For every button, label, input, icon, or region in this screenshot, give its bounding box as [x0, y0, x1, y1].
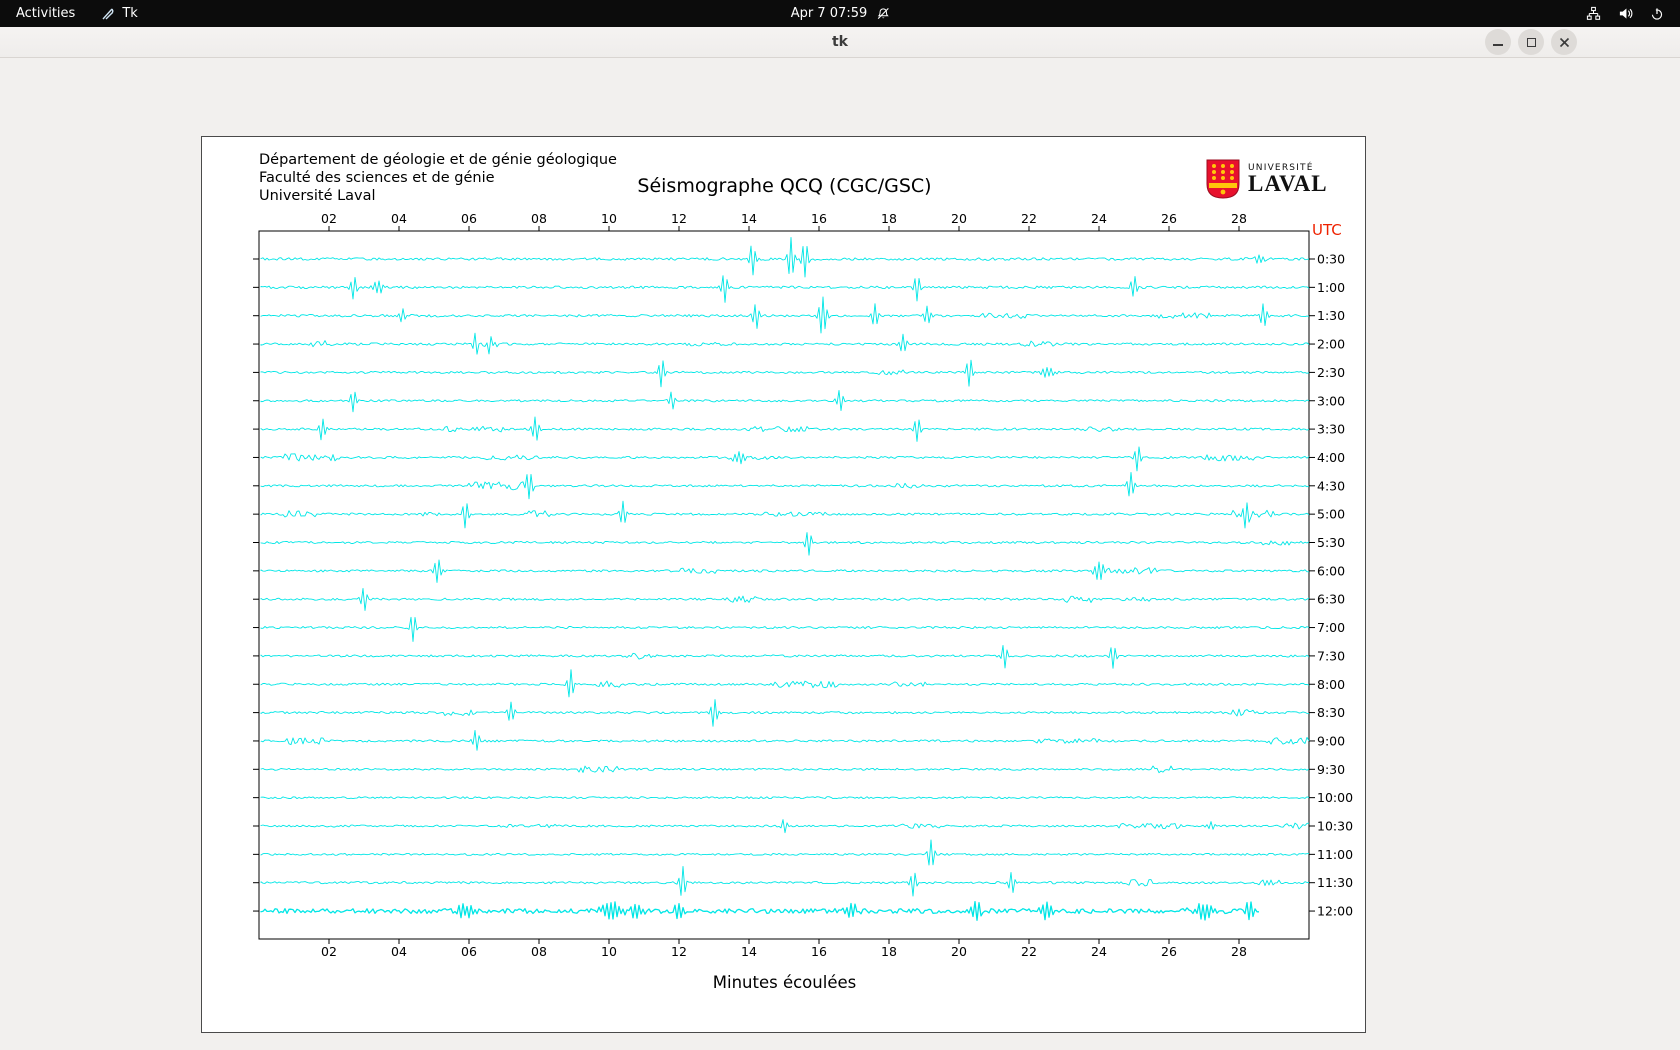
- svg-text:8:00: 8:00: [1317, 677, 1345, 692]
- window-content: Département de géologie et de génie géol…: [0, 58, 1680, 1050]
- x-axis-label: Minutes écoulées: [202, 973, 1367, 992]
- svg-text:11:30: 11:30: [1317, 875, 1353, 890]
- svg-text:06: 06: [461, 211, 477, 226]
- svg-text:5:00: 5:00: [1317, 507, 1345, 522]
- svg-text:10:00: 10:00: [1317, 790, 1353, 805]
- app-menu-label: Tk: [122, 6, 137, 21]
- svg-text:14: 14: [741, 211, 757, 226]
- svg-text:22: 22: [1021, 211, 1037, 226]
- svg-text:9:00: 9:00: [1317, 733, 1345, 748]
- svg-text:28: 28: [1231, 944, 1247, 959]
- svg-text:4:30: 4:30: [1317, 478, 1345, 493]
- svg-text:08: 08: [531, 944, 547, 959]
- svg-text:4:00: 4:00: [1317, 450, 1345, 465]
- window-titlebar: tk: [0, 27, 1680, 58]
- svg-text:12: 12: [671, 211, 687, 226]
- svg-text:20: 20: [951, 944, 967, 959]
- svg-text:10: 10: [601, 211, 617, 226]
- svg-text:6:00: 6:00: [1317, 563, 1345, 578]
- svg-text:02: 02: [321, 944, 337, 959]
- svg-text:7:00: 7:00: [1317, 620, 1345, 635]
- svg-text:24: 24: [1091, 211, 1107, 226]
- activities-label: Activities: [16, 6, 75, 21]
- svg-text:0:30: 0:30: [1317, 252, 1345, 267]
- svg-text:8:30: 8:30: [1317, 705, 1345, 720]
- clock-label: Apr 7 07:59: [791, 6, 868, 21]
- power-icon[interactable]: [1650, 7, 1664, 21]
- svg-text:08: 08: [531, 211, 547, 226]
- svg-text:24: 24: [1091, 944, 1107, 959]
- minimize-icon: [1493, 44, 1503, 46]
- svg-text:10:30: 10:30: [1317, 819, 1353, 834]
- svg-text:04: 04: [391, 944, 407, 959]
- svg-text:04: 04: [391, 211, 407, 226]
- svg-text:02: 02: [321, 211, 337, 226]
- svg-text:16: 16: [811, 211, 827, 226]
- clock-menu[interactable]: Apr 7 07:59: [791, 0, 890, 27]
- window-title: tk: [0, 34, 1680, 50]
- seismograph-canvas: Département de géologie et de génie géol…: [201, 136, 1366, 1033]
- svg-text:22: 22: [1021, 944, 1037, 959]
- svg-text:1:00: 1:00: [1317, 280, 1345, 295]
- activities-button[interactable]: Activities: [16, 0, 75, 27]
- svg-text:6:30: 6:30: [1317, 592, 1345, 607]
- network-tree-icon[interactable]: [1586, 6, 1601, 21]
- minimize-button[interactable]: [1485, 29, 1511, 55]
- svg-text:16: 16: [811, 944, 827, 959]
- svg-text:10: 10: [601, 944, 617, 959]
- app-menu[interactable]: Tk: [101, 0, 137, 27]
- maximize-button[interactable]: [1518, 29, 1544, 55]
- svg-text:28: 28: [1231, 211, 1247, 226]
- svg-text:14: 14: [741, 944, 757, 959]
- svg-text:20: 20: [951, 211, 967, 226]
- svg-text:18: 18: [881, 944, 897, 959]
- close-icon: [1559, 37, 1570, 48]
- svg-text:2:00: 2:00: [1317, 337, 1345, 352]
- seismograph-plot: 02 02 04 04 06 06 08 08 10 10 12 12 14 14 16 16 18 18 20 20…: [202, 137, 1367, 1034]
- svg-text:06: 06: [461, 944, 477, 959]
- notifications-muted-icon: [876, 7, 889, 20]
- svg-text:1:30: 1:30: [1317, 308, 1345, 323]
- close-button[interactable]: [1551, 29, 1577, 55]
- svg-text:11:00: 11:00: [1317, 847, 1353, 862]
- maximize-icon: [1527, 38, 1536, 47]
- svg-text:26: 26: [1161, 944, 1177, 959]
- gnome-top-bar: Activities Tk Apr 7 07:59: [0, 0, 1680, 27]
- volume-icon[interactable]: [1618, 6, 1633, 21]
- svg-text:18: 18: [881, 211, 897, 226]
- svg-text:12:00: 12:00: [1317, 904, 1353, 919]
- svg-text:26: 26: [1161, 211, 1177, 226]
- svg-text:5:30: 5:30: [1317, 535, 1345, 550]
- svg-text:3:00: 3:00: [1317, 393, 1345, 408]
- svg-text:12: 12: [671, 944, 687, 959]
- svg-text:2:30: 2:30: [1317, 365, 1345, 380]
- svg-text:9:30: 9:30: [1317, 762, 1345, 777]
- tk-app-icon: [101, 7, 115, 21]
- svg-text:3:30: 3:30: [1317, 422, 1345, 437]
- svg-text:7:30: 7:30: [1317, 648, 1345, 663]
